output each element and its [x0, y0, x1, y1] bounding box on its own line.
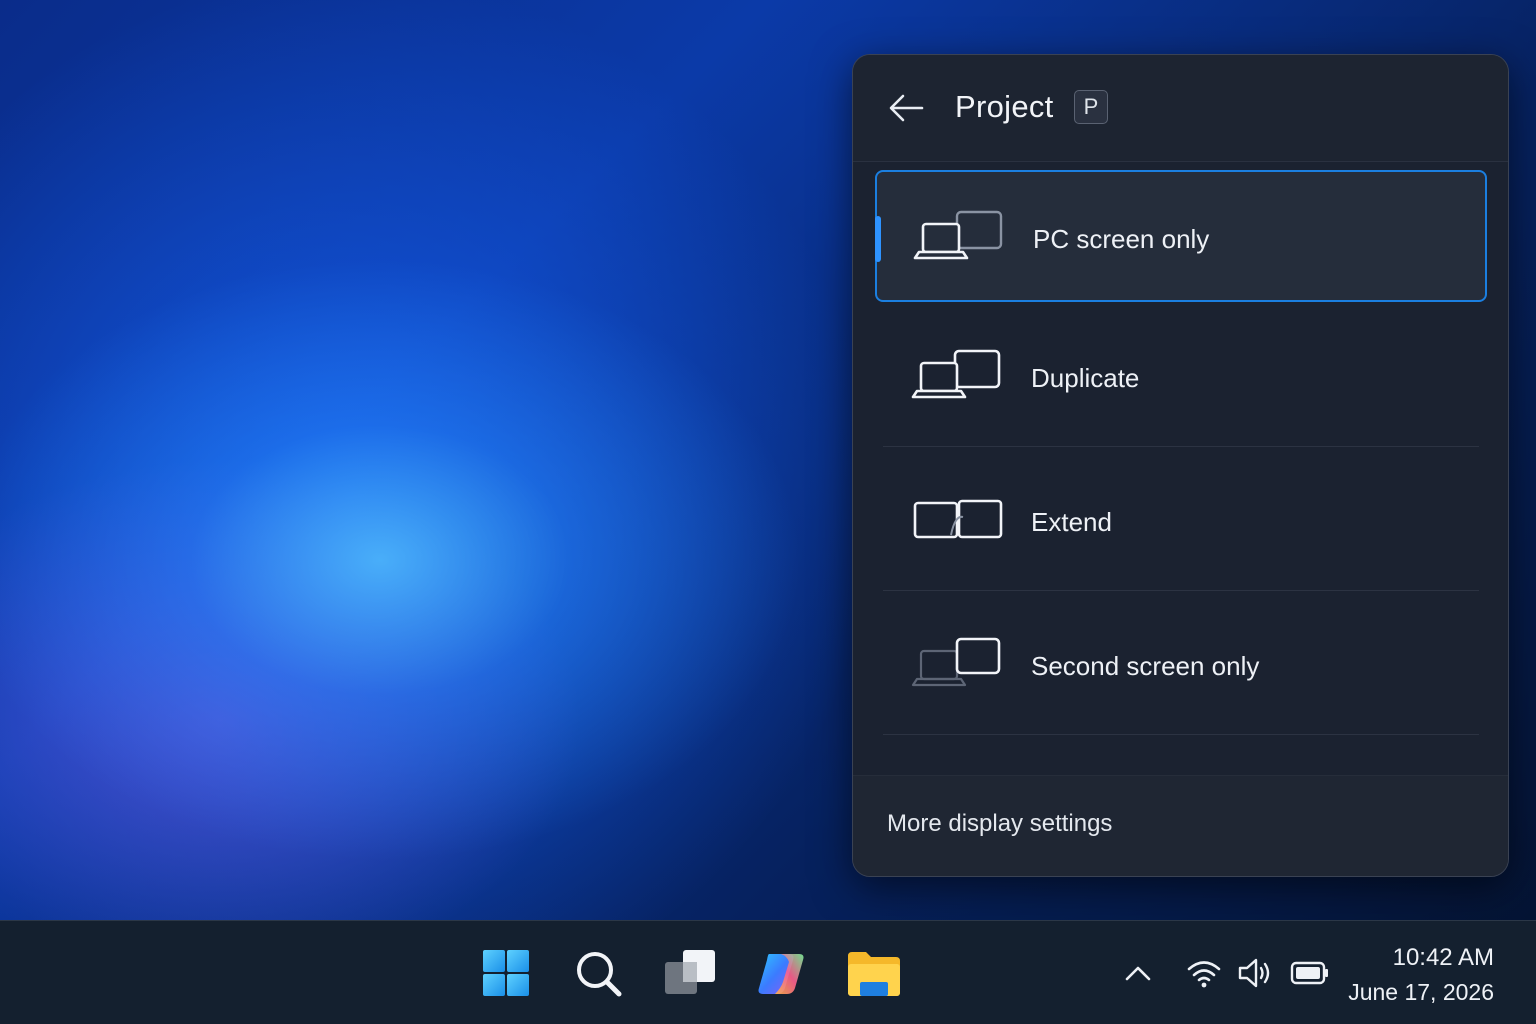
duplicate-icon	[911, 349, 1001, 399]
extend-icon	[913, 499, 1003, 539]
task-view-button[interactable]	[660, 943, 720, 1003]
copilot-icon	[758, 954, 804, 994]
task-view-icon	[665, 950, 715, 994]
volume-button[interactable]	[1236, 953, 1276, 993]
option-divider	[883, 734, 1479, 735]
shortcut-key-badge: P	[1074, 90, 1108, 124]
taskbar: 10:42 AM June 17, 2026	[0, 920, 1536, 1024]
option-pc-screen-only[interactable]: PC screen only	[875, 170, 1487, 302]
desktop: Project P PC screen only Duplicate Exten…	[0, 0, 1536, 1024]
option-duplicate[interactable]: Duplicate	[875, 311, 1487, 443]
show-hidden-icons-button[interactable]	[1118, 953, 1158, 993]
start-button[interactable]	[476, 943, 536, 1003]
clock[interactable]: 10:42 AM June 17, 2026	[1348, 941, 1494, 1009]
pc-screen-only-icon	[913, 210, 1003, 260]
volume-icon	[1238, 958, 1270, 988]
clock-date: June 17, 2026	[1348, 979, 1494, 1005]
wifi-icon	[1187, 961, 1221, 988]
clock-time: 10:42 AM	[1392, 944, 1494, 971]
option-divider	[883, 590, 1479, 591]
back-button[interactable]	[883, 85, 929, 131]
option-extend[interactable]: Extend	[875, 455, 1487, 587]
arrow-left-icon	[889, 94, 924, 122]
file-explorer-icon	[848, 952, 900, 996]
option-label: Extend	[1031, 507, 1112, 537]
project-flyout: Project P PC screen only Duplicate Exten…	[852, 54, 1509, 877]
network-button[interactable]	[1184, 953, 1224, 993]
search-button[interactable]	[568, 943, 628, 1003]
option-label: PC screen only	[1033, 224, 1210, 254]
option-second-screen-only[interactable]: Second screen only	[875, 599, 1487, 731]
battery-button[interactable]	[1290, 953, 1330, 993]
flyout-title: Project	[955, 89, 1054, 124]
copilot-button[interactable]	[752, 943, 812, 1003]
start-icon	[483, 950, 529, 996]
search-icon	[577, 952, 622, 997]
more-display-settings-link[interactable]: More display settings	[887, 810, 1112, 838]
battery-icon	[1290, 961, 1328, 985]
flyout-footer: More display settings	[853, 775, 1508, 876]
selection-indicator	[875, 216, 881, 262]
option-label: Second screen only	[1031, 651, 1260, 681]
chevron-up-icon	[1125, 966, 1151, 981]
option-label: Duplicate	[1031, 363, 1140, 393]
file-explorer-button[interactable]	[844, 943, 904, 1003]
option-divider	[883, 446, 1479, 447]
second-screen-only-icon	[911, 637, 1001, 687]
flyout-header: Project P	[853, 55, 1508, 162]
